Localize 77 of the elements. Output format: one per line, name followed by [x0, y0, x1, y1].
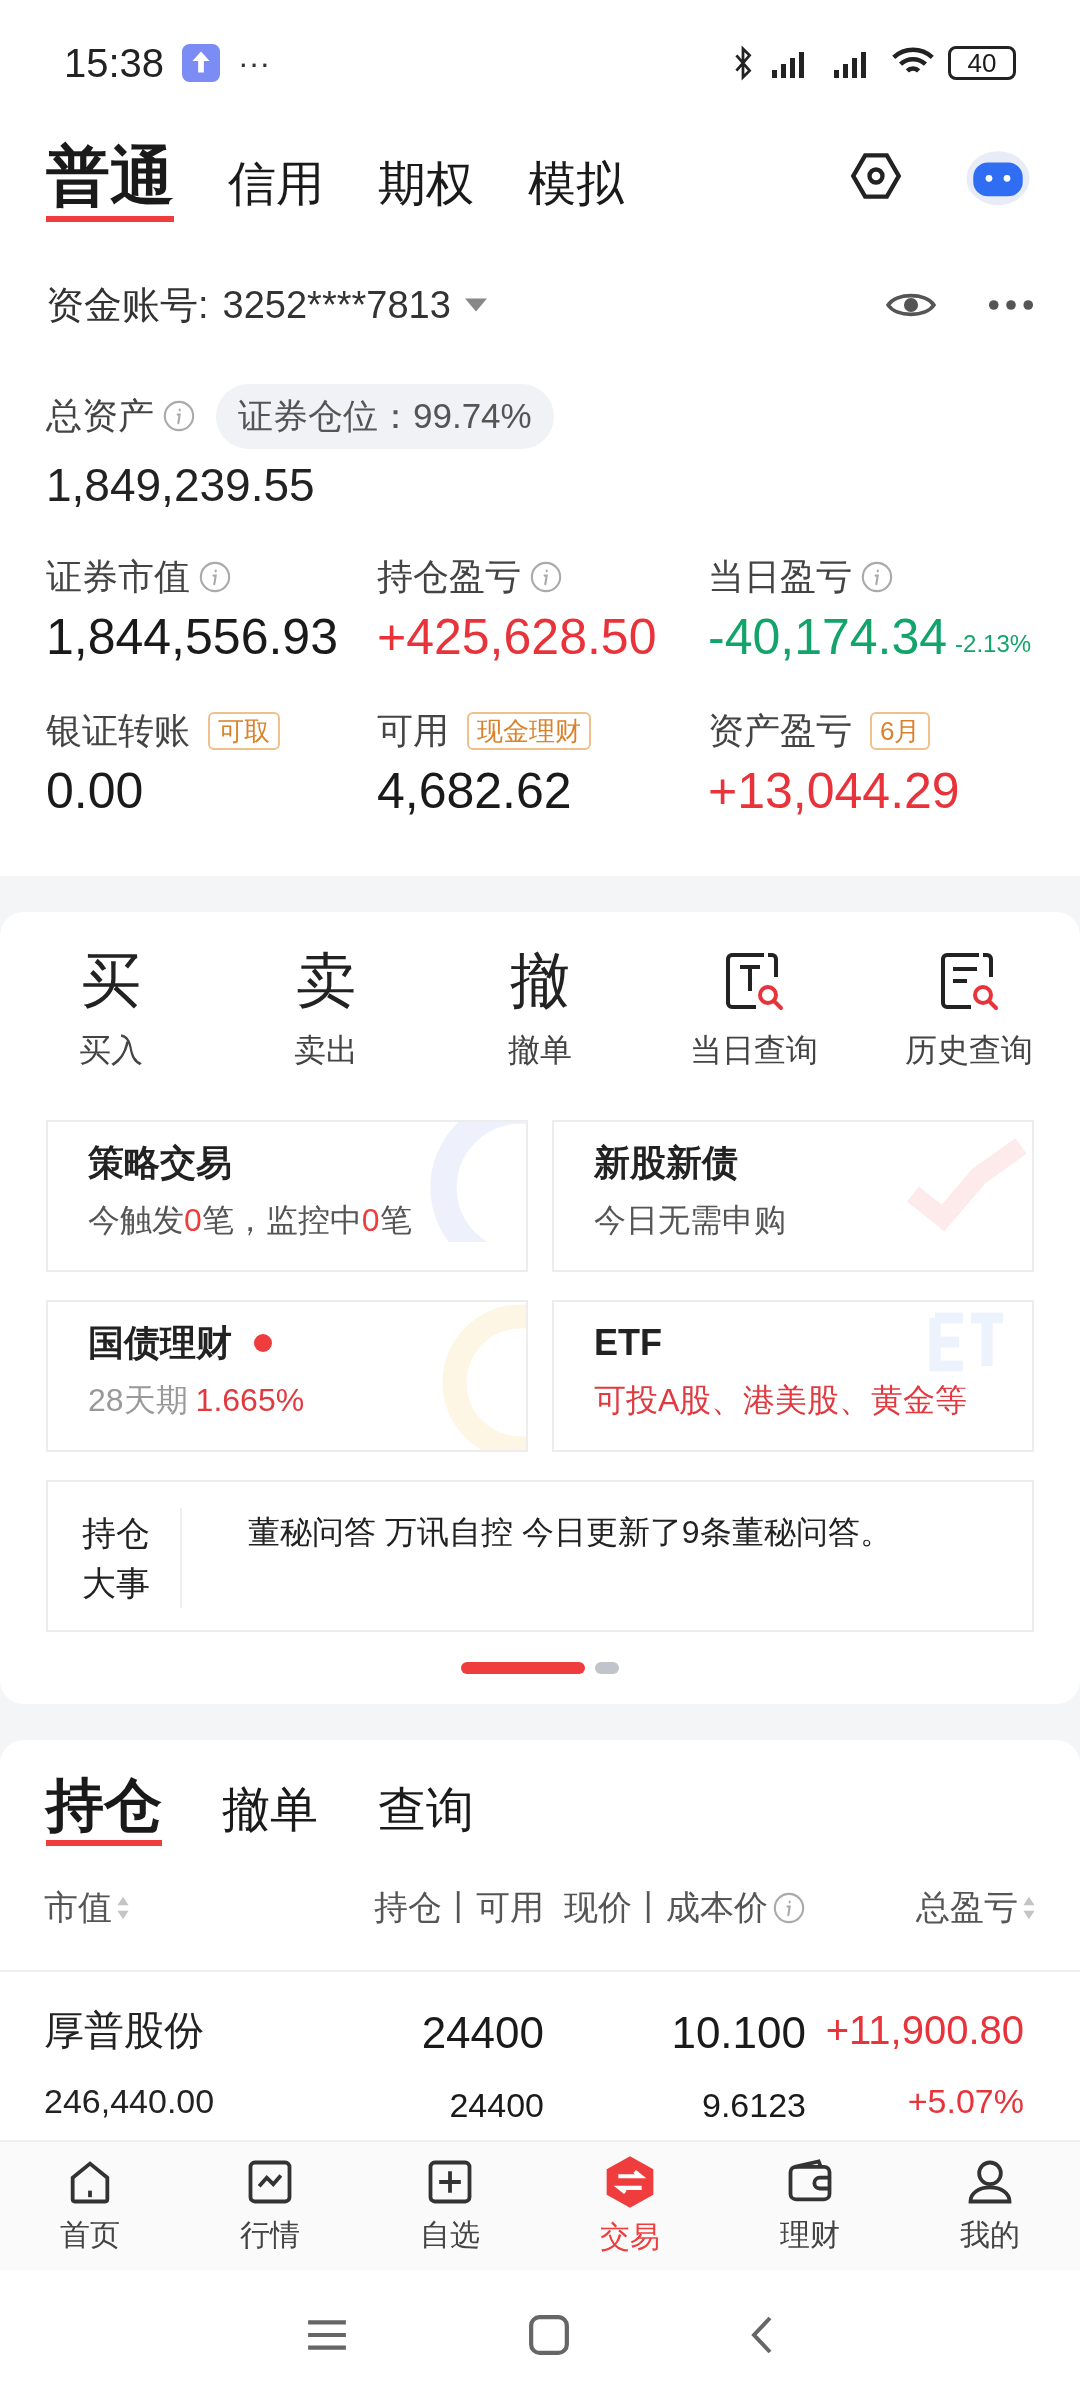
- column-header[interactable]: 总盈亏: [916, 1882, 1018, 1933]
- holding-row[interactable]: 厚普股份 246,440.00 24400 24400 10.100 9.6123 +11,900.80 +5.07%: [0, 1971, 1080, 2131]
- pnl-percent: +5.07%: [907, 2080, 1024, 2122]
- feature-card[interactable]: 策略交易 今触发0笔，监控中0笔: [46, 1119, 528, 1272]
- metric-change: -2.13%: [955, 628, 1032, 659]
- dropdown-caret-icon[interactable]: [464, 298, 487, 312]
- position-quantity: 24400: [421, 2006, 544, 2059]
- feature-card[interactable]: ETF 可投A股、港美股、黄金等: [552, 1299, 1034, 1452]
- nav-tab[interactable]: 我的: [900, 2155, 1080, 2257]
- account-tab[interactable]: 模拟: [528, 160, 624, 222]
- account-label: 资金账号:: [46, 282, 209, 328]
- metric-label: 当日盈亏: [708, 554, 852, 599]
- available-quantity: 24400: [449, 2084, 544, 2126]
- column-header[interactable]: 市值: [44, 1882, 112, 1933]
- card-subtitle: 今触发0笔，监控中0笔: [88, 1200, 412, 1240]
- stock-name: 厚普股份: [44, 2006, 205, 2054]
- action-button[interactable]: 撤 撤单: [432, 945, 648, 1074]
- news-banner[interactable]: 持仓 大事 董秘问答 万讯自控 今日更新了9条董秘问答。: [46, 1479, 1034, 1632]
- column-header: 现价丨成本价: [564, 1887, 768, 1928]
- card-subtitle: 今日无需申购: [594, 1200, 786, 1240]
- menu-icon[interactable]: [306, 2319, 348, 2351]
- holdings-tab[interactable]: 持仓: [46, 1775, 162, 1846]
- market-value: 246,440.00: [44, 2080, 216, 2122]
- status-more: ···: [238, 44, 271, 83]
- column-header: 持仓丨可用: [374, 1887, 544, 1928]
- metric-label: 银证转账: [46, 708, 190, 753]
- metric-label: 资产盈亏: [708, 708, 852, 753]
- card-subtitle: 可投A股、港美股、黄金等: [594, 1380, 968, 1420]
- account-tab[interactable]: 信用: [228, 160, 324, 222]
- nav-tab[interactable]: 自选: [360, 2155, 540, 2257]
- more-icon[interactable]: [988, 299, 1034, 311]
- upload-app-icon: [182, 44, 221, 82]
- news-label: 持仓 大事: [82, 1507, 182, 1608]
- card-rate: 1.665%: [195, 1380, 305, 1420]
- account-tab[interactable]: 期权: [378, 160, 474, 222]
- cost-price: 9.6123: [702, 2084, 806, 2126]
- action-button[interactable]: 当日查询: [647, 945, 862, 1074]
- card-title: 国债理财: [88, 1320, 232, 1365]
- account-number[interactable]: 3252****7813: [222, 276, 451, 334]
- metric-label: 持仓盈亏: [377, 554, 521, 599]
- metric-value: +425,628.50: [377, 611, 657, 662]
- position-ratio-badge: 证券仓位：99.74%: [216, 384, 554, 449]
- news-text: 董秘问答 万讯自控 今日更新了9条董秘问答。: [248, 1512, 892, 1552]
- card-title: ETF: [594, 1320, 662, 1365]
- action-glyph: 撤: [510, 950, 570, 1011]
- card-title: 策略交易: [88, 1140, 232, 1185]
- nav-tab[interactable]: 理财: [720, 2155, 900, 2257]
- feature-card[interactable]: 国债理财 28天期 1.665%: [46, 1299, 528, 1452]
- nav-tab[interactable]: 首页: [0, 2155, 180, 2257]
- card-title: 新股新债: [594, 1140, 738, 1185]
- action-glyph: 买: [81, 950, 142, 1011]
- metric-label: 可用: [377, 708, 449, 753]
- metric-value: 1,844,556.93: [46, 611, 338, 662]
- total-pnl: +11,900.80: [825, 2006, 1024, 2054]
- action-button[interactable]: 买 买入: [4, 945, 219, 1074]
- metric-value: +13,044.29: [708, 765, 960, 816]
- card-subtitle: 28天期: [88, 1380, 188, 1420]
- action-button[interactable]: 历史查询: [861, 945, 1076, 1074]
- metric-value: 0.00: [46, 765, 144, 816]
- action-glyph: 卖: [295, 950, 356, 1011]
- back-icon[interactable]: [750, 2315, 774, 2355]
- current-price: 10.100: [671, 2006, 806, 2059]
- battery-indicator: 40: [948, 46, 1016, 80]
- feature-card[interactable]: 新股新债 今日无需申购: [552, 1119, 1034, 1272]
- home-square-icon[interactable]: [528, 2314, 570, 2356]
- holdings-tab[interactable]: 查询: [378, 1785, 474, 1846]
- action-button[interactable]: 卖 卖出: [218, 945, 433, 1074]
- total-assets-label: 总资产: [46, 394, 154, 439]
- metric-value: -40,174.34: [708, 611, 948, 662]
- holdings-tab[interactable]: 撤单: [222, 1785, 318, 1846]
- nav-tab[interactable]: 交易: [540, 2153, 720, 2259]
- nav-tab[interactable]: 行情: [180, 2155, 360, 2257]
- metric-label: 证券市值: [46, 554, 190, 599]
- total-assets-value: 1,849,239.55: [46, 457, 316, 513]
- status-time: 15:38: [64, 40, 165, 87]
- metric-value: 4,682.62: [377, 765, 572, 816]
- settings-icon[interactable]: [850, 150, 902, 202]
